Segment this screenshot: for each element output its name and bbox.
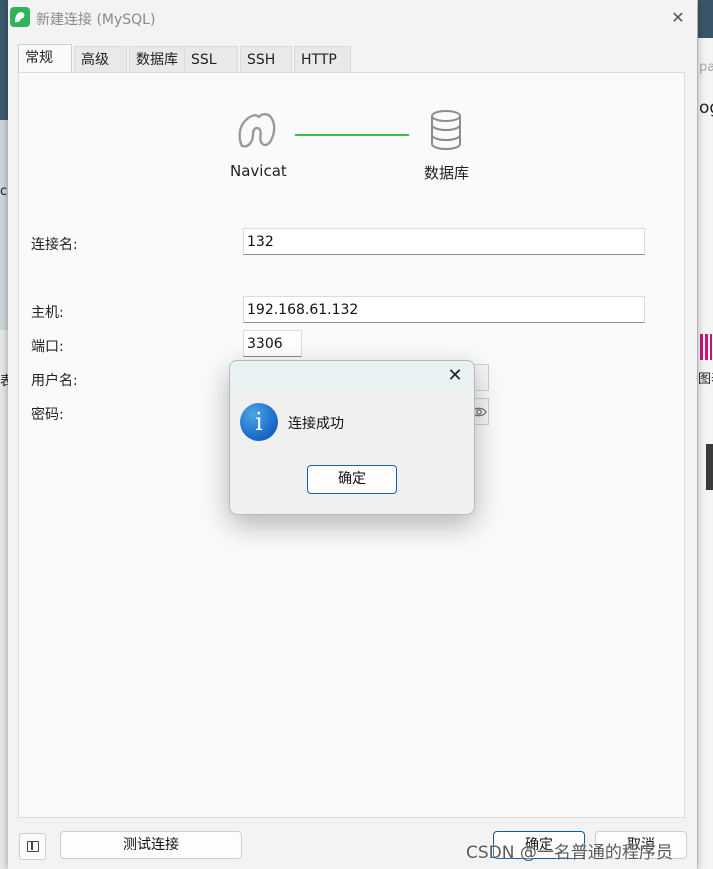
- window-close-icon[interactable]: ✕: [666, 6, 690, 30]
- dialog-close-icon[interactable]: ✕: [443, 364, 467, 388]
- dialog-ok-button[interactable]: 确定: [307, 465, 397, 494]
- tab-databases[interactable]: 数据库: [129, 46, 192, 72]
- tab-advanced[interactable]: 高级: [74, 46, 127, 72]
- connection-link-line: [295, 134, 409, 136]
- database-icon: [431, 110, 461, 150]
- password-label: 密码:: [31, 407, 64, 423]
- info-icon: i: [240, 403, 278, 441]
- tab-ssh[interactable]: SSH: [240, 46, 292, 72]
- background-text-fragment: c: [0, 184, 8, 199]
- port-label: 端口:: [31, 339, 64, 355]
- connection-name-input[interactable]: [243, 228, 645, 255]
- background-text-fragment: pa: [699, 60, 713, 75]
- toggle-sidebar-button[interactable]: [19, 833, 46, 860]
- tab-ssl[interactable]: SSL: [184, 46, 238, 72]
- dialog-titlebar: ✕: [230, 361, 474, 391]
- window-title: 新建连接 (MySQL): [36, 12, 156, 28]
- navicat-app-icon: [10, 7, 30, 27]
- window-titlebar: 新建连接 (MySQL) ✕: [8, 0, 697, 36]
- tab-http[interactable]: HTTP: [294, 46, 351, 72]
- csdn-watermark: CSDN @一名普通的程序员: [466, 843, 673, 863]
- background-left-strip: [0, 0, 8, 869]
- username-label: 用户名:: [31, 373, 78, 389]
- background-titlebar-fragment: [698, 0, 713, 38]
- background-dark-bar: [706, 444, 713, 490]
- background-text-fragment: og: [699, 98, 713, 118]
- host-input[interactable]: [243, 296, 645, 323]
- background-right-strip: pa og 图表: [697, 0, 713, 869]
- host-label: 主机:: [31, 305, 64, 321]
- connection-success-dialog: ✕ i 连接成功 确定: [229, 360, 475, 515]
- database-label: 数据库: [424, 164, 470, 182]
- background-chart-icon: [700, 334, 712, 360]
- port-input[interactable]: [243, 330, 302, 357]
- navicat-label: Navicat: [230, 162, 287, 180]
- navicat-logo-icon: [238, 113, 276, 148]
- background-text-fragment: 图表: [698, 372, 713, 387]
- sidebar-toggle-icon: [27, 841, 39, 852]
- dialog-message: 连接成功: [288, 416, 344, 432]
- test-connection-button[interactable]: 测试连接: [60, 831, 242, 859]
- tab-general[interactable]: 常规: [18, 44, 72, 72]
- connection-name-label: 连接名:: [31, 237, 78, 253]
